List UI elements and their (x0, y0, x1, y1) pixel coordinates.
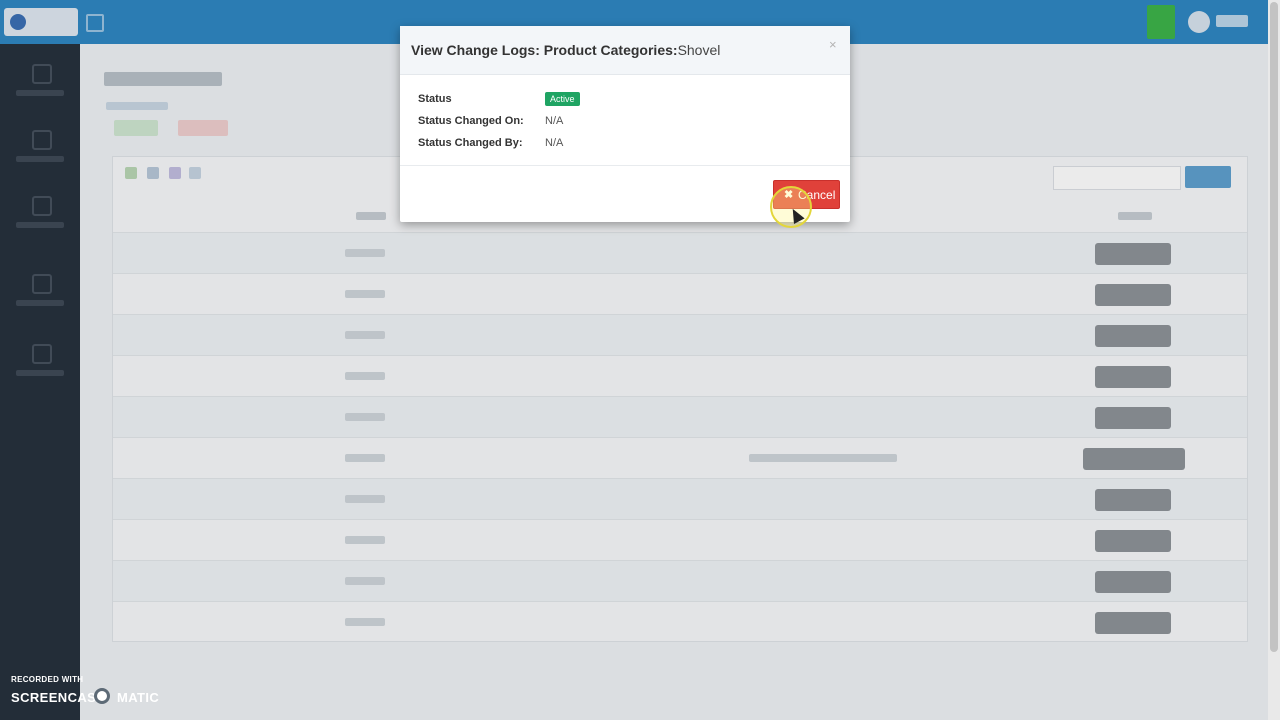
modal-footer-divider (400, 165, 850, 166)
modal-header: View Change Logs: Product Categories:Sho… (400, 26, 850, 75)
watermark-matic: MATIC (117, 690, 160, 705)
status-changed-by-label: Status Changed By: (418, 137, 523, 149)
modal-title-text: View Change Logs: Product Categories: (411, 42, 678, 58)
status-changed-by-value: N/A (545, 137, 564, 149)
status-changed-on-value: N/A (545, 115, 564, 127)
modal-title-subject: Shovel (677, 42, 721, 58)
watermark-logo-icon (94, 688, 110, 704)
close-icon[interactable]: × (829, 37, 837, 52)
status-changed-on-label: Status Changed On: (418, 115, 524, 127)
scrollbar-thumb[interactable] (1270, 2, 1278, 652)
status-label: Status (418, 93, 452, 105)
watermark-recorded-with: RECORDED WITH (11, 675, 84, 684)
status-badge: Active (545, 92, 580, 106)
cursor-highlight-ring (770, 186, 812, 228)
watermark-screencast: SCREENCAST (11, 690, 105, 705)
modal-title: View Change Logs: Product Categories:Sho… (411, 42, 720, 58)
